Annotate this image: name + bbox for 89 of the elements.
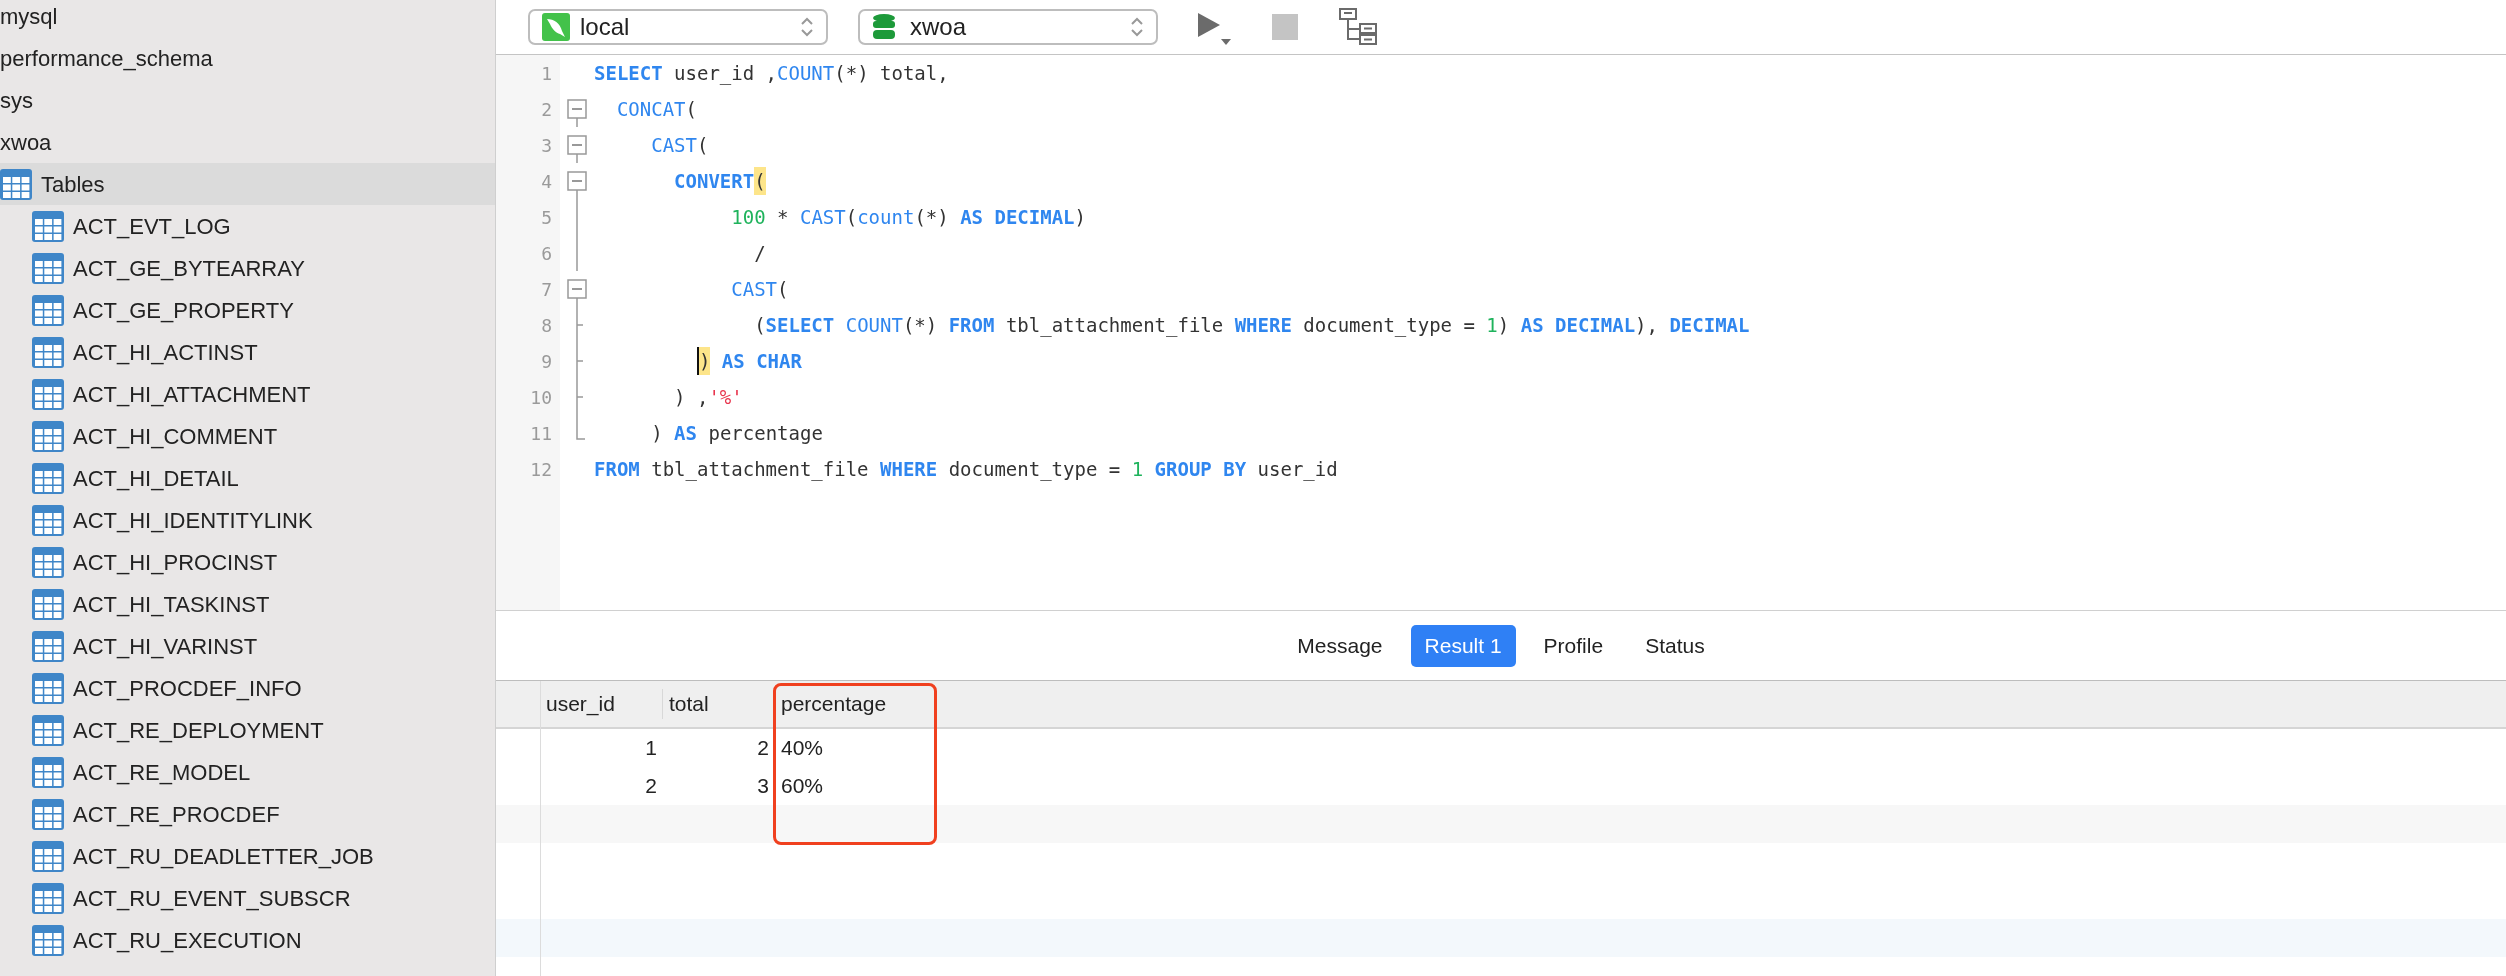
sidebar-item[interactable]: ACT_HI_ACTINST xyxy=(0,331,495,373)
code-line: / xyxy=(753,240,767,266)
table-icon xyxy=(32,798,64,830)
database-select[interactable]: xwoa xyxy=(858,9,1158,45)
line-number: 7 xyxy=(541,277,552,302)
table-icon xyxy=(32,840,64,872)
sidebar-item[interactable]: ACT_HI_IDENTITYLINK xyxy=(0,499,495,541)
table-icon xyxy=(32,462,64,494)
code-line: 100 * CAST(count(*) AS DECIMAL) xyxy=(730,204,1087,230)
table-icon xyxy=(32,336,64,368)
table-icon xyxy=(32,294,64,326)
code-line: SELECT user_id ,COUNT(*) total, xyxy=(594,60,950,87)
table-icon xyxy=(32,378,64,410)
sidebar-item[interactable]: ACT_HI_ATTACHMENT xyxy=(0,373,495,415)
up-down-chevron-icon xyxy=(800,16,814,38)
result-tab[interactable]: Profile xyxy=(1529,624,1618,667)
line-number: 8 xyxy=(541,313,552,338)
result-tab[interactable]: Result 1 xyxy=(1410,624,1516,667)
line-number: 3 xyxy=(541,133,552,158)
column-header[interactable]: total xyxy=(663,689,775,719)
connection-select[interactable]: local xyxy=(528,9,828,45)
sidebar-item[interactable]: ACT_HI_DETAIL xyxy=(0,457,495,499)
table-cell-text: 40% xyxy=(780,735,825,762)
sidebar-item[interactable]: ACT_HI_COMMENT xyxy=(0,415,495,457)
sidebar-item[interactable]: ACT_GE_PROPERTY xyxy=(0,289,495,331)
line-number: 11 xyxy=(530,421,552,446)
sidebar-item[interactable]: ACT_RE_PROCDEF xyxy=(0,793,495,835)
table-icon xyxy=(32,630,64,662)
table-icon xyxy=(32,210,64,242)
table-cell-text: 1 xyxy=(644,735,658,762)
code-line: CONVERT( xyxy=(594,163,2506,199)
code-line: (SELECT COUNT(*) FROM tbl_attachment_file WHERE document_type = 1) AS DECIMAL), DECIMAL xyxy=(753,312,1751,339)
code-line: CAST( xyxy=(730,276,790,302)
result-tab[interactable]: Status xyxy=(1631,624,1719,667)
line-number: 9 xyxy=(541,349,552,374)
sidebar-item[interactable]: ACT_RE_MODEL xyxy=(0,751,495,793)
code-line: ) ,'%' xyxy=(673,384,744,410)
line-number: 10 xyxy=(530,385,552,410)
line-number: 6 xyxy=(541,241,552,266)
line-number: 5 xyxy=(541,205,552,230)
table-icon xyxy=(0,168,32,200)
column-header[interactable]: user_id xyxy=(540,689,663,719)
sidebar-item[interactable]: mysql xyxy=(0,0,495,37)
table-icon xyxy=(32,546,64,578)
code-line: CONCAT( xyxy=(615,96,698,122)
table-cell-text: 2 xyxy=(756,735,770,762)
sidebar-item[interactable]: ACT_RU_EVENT_SUBSCR xyxy=(0,877,495,919)
table-icon xyxy=(32,420,64,452)
table-icon xyxy=(32,714,64,746)
line-number: 2 xyxy=(541,97,552,122)
sidebar-item[interactable]: sys xyxy=(0,79,495,121)
column-header[interactable]: percentage xyxy=(775,689,935,719)
table-icon xyxy=(32,924,64,956)
sidebar-item[interactable]: ACT_HI_PROCINST xyxy=(0,541,495,583)
sidebar-item[interactable]: ACT_HI_VARINST xyxy=(0,625,495,667)
code-line: FROM tbl_attachment_file WHERE document_type = 1 GROUP BY user_id xyxy=(594,456,1339,483)
fold-end-icon xyxy=(576,415,585,440)
dolphin-icon xyxy=(542,13,570,41)
code-line: ) AS percentage xyxy=(650,420,824,446)
line-number: 1 xyxy=(541,61,552,86)
line-number: 4 xyxy=(541,169,552,194)
table-cell-text: 3 xyxy=(756,773,770,800)
sidebar-item[interactable]: ACT_PROCDEF_INFO xyxy=(0,667,495,709)
sidebar-item[interactable]: ACT_RE_DEPLOYMENT xyxy=(0,709,495,751)
table-cell-text: 2 xyxy=(644,773,658,800)
line-number: 12 xyxy=(530,457,552,482)
sidebar-item[interactable]: xwoa xyxy=(0,121,495,163)
table-icon xyxy=(32,588,64,620)
sidebar-item[interactable]: Tables xyxy=(0,163,495,205)
sidebar-item[interactable]: ACT_GE_BYTEARRAY xyxy=(0,247,495,289)
up-down-chevron-icon xyxy=(1130,16,1144,38)
database-name: xwoa xyxy=(910,12,968,42)
code-line: CAST( xyxy=(650,132,710,158)
database-icon xyxy=(872,13,896,41)
sidebar-item[interactable]: ACT_HI_TASKINST xyxy=(0,583,495,625)
connection-name: local xyxy=(580,12,631,42)
table-icon xyxy=(32,252,64,284)
table-icon xyxy=(32,756,64,788)
result-tab[interactable]: Message xyxy=(1283,624,1397,667)
table-icon xyxy=(32,504,64,536)
code-line: ) AS CHAR xyxy=(594,343,2506,379)
sidebar-item[interactable]: ACT_EVT_LOG xyxy=(0,205,495,247)
tree-diagram-icon[interactable] xyxy=(1338,7,1378,47)
table-icon xyxy=(32,882,64,914)
sidebar-item[interactable]: ACT_RU_DEADLETTER_JOB xyxy=(0,835,495,877)
sidebar-item[interactable]: ACT_RU_EXECUTION xyxy=(0,919,495,961)
sidebar-item[interactable]: performance_schema xyxy=(0,37,495,79)
table-cell-text: 60% xyxy=(780,773,825,800)
table-icon xyxy=(32,672,64,704)
